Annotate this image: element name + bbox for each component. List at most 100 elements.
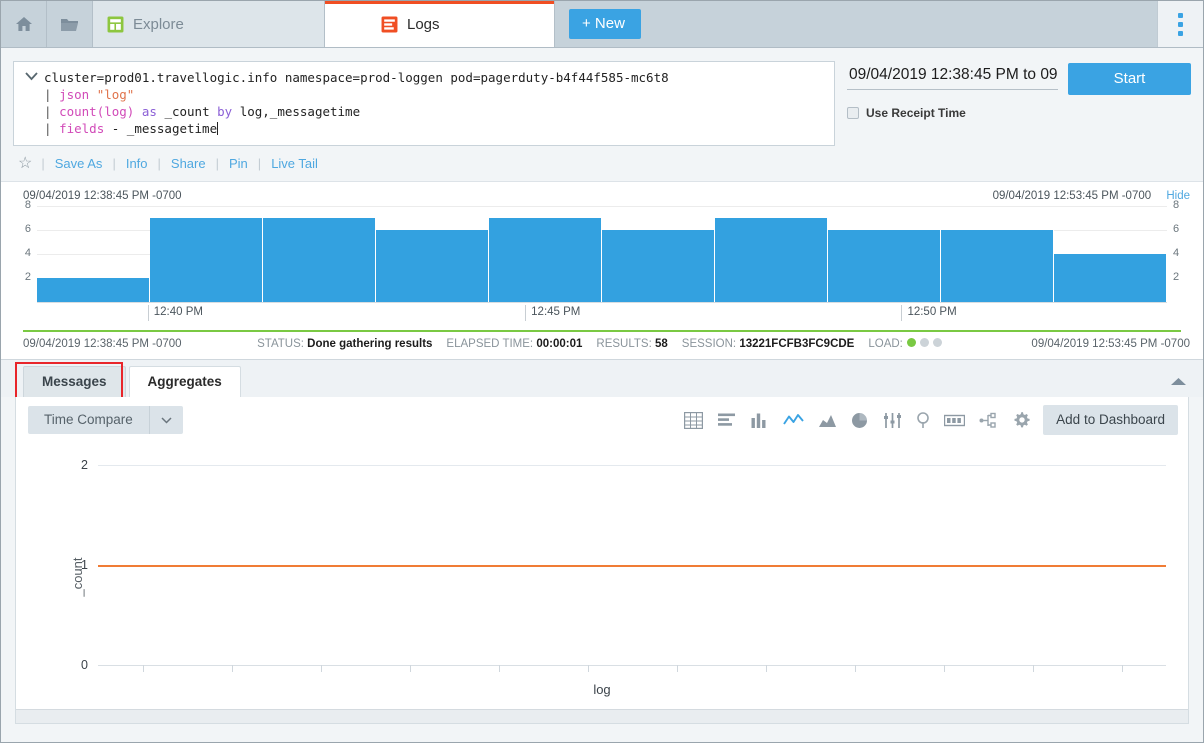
histogram-x-tick-label: 12:40 PM [148, 305, 203, 321]
use-receipt-time-row[interactable]: Use Receipt Time [847, 106, 1191, 120]
aggregates-line-chart[interactable]: _count log 012 [16, 443, 1188, 711]
histogram-bar[interactable] [1054, 254, 1167, 302]
add-to-dashboard-button[interactable]: Add to Dashboard [1043, 405, 1178, 435]
horizontal-bar-chart-icon[interactable] [717, 412, 736, 429]
line-chart-x-tick [1122, 665, 1123, 672]
chevron-down-icon[interactable] [18, 69, 44, 137]
session-group: SESSION: 13221FCFB3FC9CDE [682, 338, 855, 350]
histogram-bar[interactable] [489, 218, 602, 302]
query-editor[interactable]: cluster=prod01.travellogic.info namespac… [13, 61, 835, 146]
chart-type-toolbar [684, 411, 1043, 429]
load-dot [907, 338, 916, 347]
line-chart-x-tick [232, 665, 233, 672]
results-value: 58 [655, 338, 668, 350]
query-line-3-field: _count [164, 104, 217, 119]
query-line-1: cluster=prod01.travellogic.info namespac… [44, 70, 669, 85]
collapse-caret-icon[interactable] [1170, 373, 1187, 391]
load-label: LOAD: [868, 338, 903, 350]
box-plot-icon[interactable] [883, 412, 902, 429]
load-dot [920, 338, 929, 347]
histogram-bar[interactable] [376, 230, 489, 302]
tab-explore[interactable]: Explore [93, 1, 325, 47]
line-chart-x-tick [1033, 665, 1034, 672]
elapsed-value: 00:00:01 [536, 338, 582, 350]
line-chart-y-tick: 1 [66, 558, 88, 572]
session-value: 13221FCFB3FC9CDE [739, 338, 854, 350]
query-panel: cluster=prod01.travellogic.info namespac… [1, 48, 1203, 146]
query-line-4-rest: - _messagetime [112, 121, 217, 136]
map-pin-icon[interactable] [916, 412, 930, 429]
library-button[interactable] [47, 1, 93, 47]
result-tabs: Messages Aggregates [1, 359, 1203, 397]
table-icon[interactable] [684, 412, 703, 429]
query-line-4-op: fields [59, 121, 112, 136]
line-chart-series[interactable] [98, 565, 1166, 567]
histogram-bar[interactable] [715, 218, 828, 302]
histogram-chart[interactable]: 22446688 [37, 206, 1167, 302]
histogram-end-time: 09/04/2019 12:53:45 PM -0700 [993, 190, 1152, 202]
time-range-input[interactable]: 09/04/2019 12:38:45 PM to 09... [847, 63, 1058, 90]
line-chart-x-tick [143, 665, 144, 672]
histogram-bars [37, 206, 1167, 302]
line-chart-icon[interactable] [783, 412, 804, 429]
tab-messages[interactable]: Messages [23, 366, 126, 397]
sumologic-app-window: Explore Logs + New cluster=prod01.travel… [0, 0, 1204, 743]
query-line-3-tail: log,_messagetime [240, 104, 360, 119]
time-range-row: 09/04/2019 12:38:45 PM to 09... Start [847, 63, 1191, 95]
start-button[interactable]: Start [1068, 63, 1191, 95]
line-chart-x-tick [499, 665, 500, 672]
save-as-link[interactable]: Save As [45, 156, 113, 171]
session-label: SESSION: [682, 338, 736, 350]
query-line-2-op: json [59, 87, 97, 102]
single-value-icon[interactable] [944, 412, 965, 429]
query-line-4-pipe: | [44, 121, 59, 136]
line-chart-x-axis-label: log [16, 682, 1188, 697]
tab-logs[interactable]: Logs [325, 1, 555, 47]
histogram-y-tick: 2 [1173, 271, 1203, 283]
funnel-chart-icon[interactable] [979, 412, 998, 429]
time-compare-button[interactable]: Time Compare [28, 406, 183, 434]
live-tail-link[interactable]: Live Tail [261, 156, 328, 171]
pin-link[interactable]: Pin [219, 156, 258, 171]
histogram-bar[interactable] [828, 230, 941, 302]
line-chart-x-axis [98, 665, 1166, 666]
tab-aggregates[interactable]: Aggregates [129, 366, 241, 397]
explore-icon [107, 16, 124, 33]
kebab-menu-icon[interactable] [1157, 1, 1203, 47]
use-receipt-time-checkbox[interactable] [847, 107, 859, 119]
line-chart-x-tick [766, 665, 767, 672]
histogram-y-tick: 2 [1, 271, 31, 283]
home-button[interactable] [1, 1, 47, 47]
pie-chart-icon[interactable] [851, 412, 869, 429]
histogram-bar[interactable] [602, 230, 715, 302]
status-label: STATUS: [257, 338, 304, 350]
histogram-bar[interactable] [150, 218, 263, 302]
horizontal-scrollbar[interactable] [16, 709, 1188, 723]
gear-icon[interactable] [1012, 411, 1031, 429]
line-chart-y-tick: 0 [66, 658, 88, 672]
time-range-column: 09/04/2019 12:38:45 PM to 09... Start Us… [847, 61, 1191, 120]
histogram-bar[interactable] [263, 218, 376, 302]
histogram-x-axis: 12:40 PM12:45 PM12:50 PM [37, 302, 1167, 324]
chevron-down-icon[interactable] [149, 406, 183, 434]
home-icon [15, 15, 33, 33]
area-chart-icon[interactable] [818, 412, 837, 429]
line-chart-x-tick [410, 665, 411, 672]
info-link[interactable]: Info [116, 156, 158, 171]
line-chart-x-tick [944, 665, 945, 672]
new-tab-button[interactable]: + New [569, 9, 641, 39]
share-link[interactable]: Share [161, 156, 216, 171]
histogram-panel: 09/04/2019 12:38:45 PM -0700 09/04/2019 … [1, 181, 1203, 359]
histogram-bar[interactable] [37, 278, 150, 302]
line-chart-x-tick [321, 665, 322, 672]
column-chart-icon[interactable] [750, 412, 769, 429]
status-value: Done gathering results [307, 338, 432, 350]
results-group: RESULTS: 58 [596, 338, 667, 350]
query-text[interactable]: cluster=prod01.travellogic.info namespac… [44, 69, 826, 137]
panel-toolbar: Time Compare [16, 397, 1188, 443]
query-line-2-pipe: | [44, 87, 59, 102]
status-group: STATUS: Done gathering results [257, 338, 432, 350]
star-icon[interactable]: ☆ [18, 153, 32, 173]
histogram-header: 09/04/2019 12:38:45 PM -0700 09/04/2019 … [1, 182, 1203, 206]
histogram-bar[interactable] [941, 230, 1054, 302]
